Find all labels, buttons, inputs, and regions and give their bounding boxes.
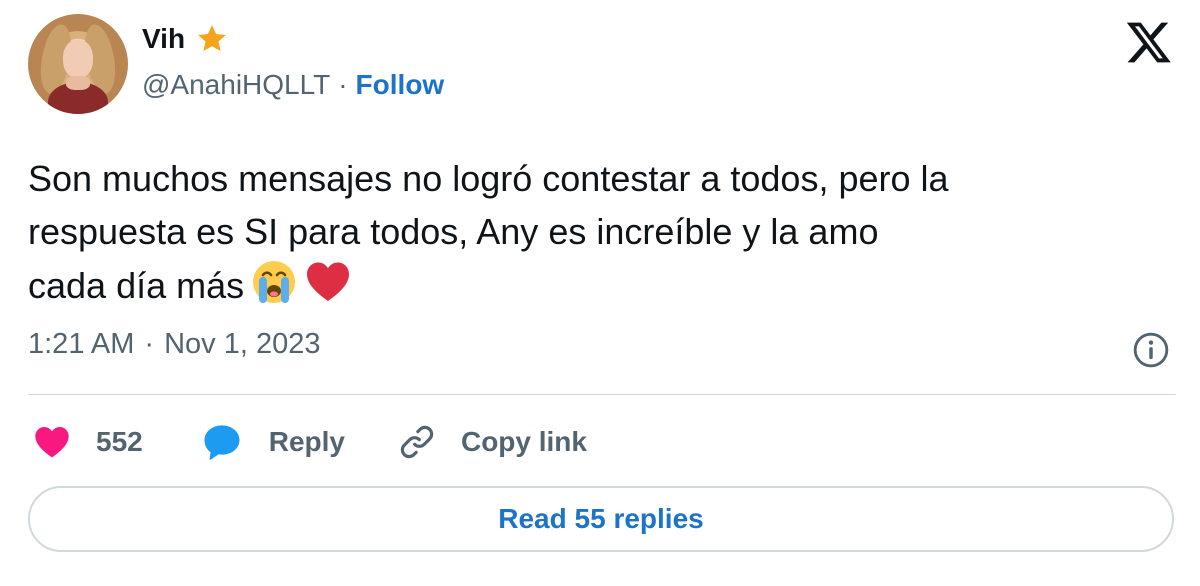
link-icon [400, 425, 434, 459]
copy-link-button[interactable]: Copy link [397, 422, 587, 462]
divider [28, 394, 1176, 395]
handle-row: @AnahiHQLLT · Follow [142, 69, 444, 101]
like-count: 552 [96, 426, 143, 457]
like-button[interactable]: 552 [32, 422, 143, 462]
user-handle[interactable]: @AnahiHQLLT [142, 69, 330, 101]
red-heart-icon [307, 262, 350, 301]
tweet-actions: 552 Reply Copy link [32, 418, 587, 466]
x-logo-icon[interactable] [1124, 18, 1174, 66]
loudly-crying-face-icon [253, 261, 296, 303]
tweet-header: Vih @AnahiHQLLT · Follow [28, 14, 444, 114]
reply-button[interactable]: Reply [201, 421, 345, 463]
name-row: Vih [142, 21, 444, 57]
info-icon[interactable] [1132, 331, 1170, 369]
display-name[interactable]: Vih [142, 23, 185, 55]
heart-icon [35, 427, 69, 458]
avatar[interactable] [28, 14, 128, 114]
follow-button[interactable]: Follow [356, 69, 445, 101]
copy-link-label: Copy link [460, 426, 587, 457]
tweet-body: Son muchos mensajes no logró contestar a… [28, 158, 949, 306]
star-icon [198, 25, 226, 52]
timestamp-separator: · [144, 328, 155, 360]
read-replies-label: Read 55 replies [498, 503, 704, 534]
tweet-time: 1:21 AM [28, 328, 135, 360]
user-info: Vih @AnahiHQLLT · Follow [142, 21, 444, 101]
tweet-date: Nov 1, 2023 [164, 328, 321, 360]
read-replies-button[interactable]: Read 55 replies [28, 486, 1174, 552]
tweet-timestamp[interactable]: 1:21 AM · Nov 1, 2023 [28, 328, 320, 361]
handle-separator: · [338, 69, 348, 100]
tweet-embed-card: Vih @AnahiHQLLT · Follow Son muchos mens… [0, 0, 1200, 586]
tweet-text: Son muchos mensajes no logró contestar a… [28, 152, 1178, 312]
reply-bubble-icon [204, 425, 240, 460]
reply-label: Reply [268, 426, 345, 457]
